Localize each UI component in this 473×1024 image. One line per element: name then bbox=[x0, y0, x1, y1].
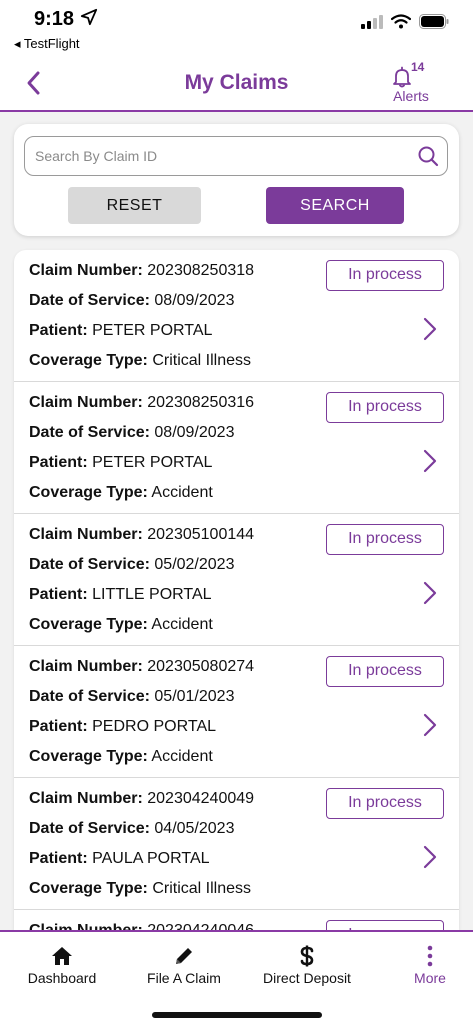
chevron-right-icon[interactable] bbox=[422, 448, 438, 474]
date-of-service-row: Date of Service: 08/09/2023 bbox=[29, 292, 235, 309]
claim-card[interactable]: Claim Number: 202308250316 Date of Servi… bbox=[14, 382, 459, 514]
alerts-count-badge: 14 bbox=[411, 60, 425, 74]
claim-card[interactable]: Claim Number: 202305080274 Date of Servi… bbox=[14, 646, 459, 778]
claims-list: Claim Number: 202308250318 Date of Servi… bbox=[14, 250, 459, 930]
patient-value: PETER PORTAL bbox=[92, 322, 213, 339]
battery-icon bbox=[419, 14, 449, 29]
claim-card[interactable]: Claim Number: 202304240049 Date of Servi… bbox=[14, 778, 459, 910]
location-arrow-icon bbox=[80, 8, 98, 26]
home-icon bbox=[52, 947, 72, 965]
date-of-service-value: 05/02/2023 bbox=[154, 556, 235, 573]
status-badge: In process bbox=[326, 656, 444, 687]
patient-row: Patient: PETER PORTAL bbox=[29, 454, 213, 471]
app-header: My Claims 14 Alerts bbox=[0, 58, 473, 112]
home-indicator[interactable] bbox=[152, 1012, 322, 1018]
status-badge: In process bbox=[326, 920, 444, 930]
date-of-service-row: Date of Service: 04/05/2023 bbox=[29, 820, 235, 837]
reset-button[interactable]: RESET bbox=[68, 187, 201, 224]
cellular-signal-icon bbox=[361, 14, 383, 29]
coverage-type-row: Coverage Type: Critical Illness bbox=[29, 352, 251, 369]
status-badge: In process bbox=[326, 788, 444, 819]
claim-number-value: 202305080274 bbox=[147, 658, 255, 675]
claim-number-row: Claim Number: 202304240046 bbox=[29, 922, 254, 930]
search-box bbox=[24, 136, 448, 176]
coverage-type-value: Critical Illness bbox=[152, 880, 251, 897]
chevron-right-icon[interactable] bbox=[422, 712, 438, 738]
nav-label: More bbox=[414, 970, 446, 986]
nav-label: Dashboard bbox=[27, 970, 97, 986]
date-of-service-value: 05/01/2023 bbox=[154, 688, 235, 705]
search-button[interactable]: SEARCH bbox=[266, 187, 404, 224]
claim-id-search-input[interactable] bbox=[35, 137, 405, 175]
pencil-icon bbox=[176, 948, 192, 964]
patient-row: Patient: LITTLE PORTAL bbox=[29, 586, 212, 603]
nav-label: Direct Deposit bbox=[263, 970, 351, 986]
claim-card[interactable]: Claim Number: 202305100144 Date of Servi… bbox=[14, 514, 459, 646]
status-badge: In process bbox=[326, 260, 444, 291]
chevron-right-icon[interactable] bbox=[422, 316, 438, 342]
date-of-service-value: 08/09/2023 bbox=[154, 424, 235, 441]
status-badge: In process bbox=[326, 524, 444, 555]
nav-file-a-claim[interactable]: File A Claim bbox=[134, 932, 234, 992]
patient-row: Patient: PAULA PORTAL bbox=[29, 850, 210, 867]
claim-card[interactable]: Claim Number: 202308250318 Date of Servi… bbox=[14, 250, 459, 382]
claim-number-row: Claim Number: 202305100144 bbox=[29, 526, 255, 543]
patient-row: Patient: PETER PORTAL bbox=[29, 322, 213, 339]
date-of-service-value: 08/09/2023 bbox=[154, 292, 235, 309]
coverage-type-row: Coverage Type: Accident bbox=[29, 616, 213, 633]
nav-label: File A Claim bbox=[147, 970, 221, 986]
patient-value: PEDRO PORTAL bbox=[92, 718, 217, 735]
nav-direct-deposit[interactable]: Direct Deposit bbox=[250, 932, 364, 992]
chevron-right-icon[interactable] bbox=[422, 844, 438, 870]
bottom-nav: Dashboard File A Claim Direct Deposit Mo… bbox=[0, 930, 473, 1024]
patient-value: PAULA PORTAL bbox=[92, 850, 210, 867]
alerts-label: Alerts bbox=[393, 88, 429, 104]
coverage-type-value: Accident bbox=[151, 748, 213, 765]
search-card: RESET SEARCH bbox=[14, 124, 459, 236]
claim-number-value: 202305100144 bbox=[147, 526, 255, 543]
chevron-right-icon[interactable] bbox=[422, 580, 438, 606]
coverage-type-value: Critical Illness bbox=[152, 352, 251, 369]
claim-number-value: 202304240049 bbox=[147, 790, 255, 807]
coverage-type-row: Coverage Type: Accident bbox=[29, 748, 213, 765]
claim-number-value: 202308250316 bbox=[147, 394, 255, 411]
claim-number-row: Claim Number: 202305080274 bbox=[29, 658, 255, 675]
back-to-testflight-link[interactable]: ◂ TestFlight bbox=[14, 36, 80, 52]
alerts-button[interactable]: 14 Alerts bbox=[381, 60, 441, 108]
nav-dashboard[interactable]: Dashboard bbox=[14, 932, 110, 992]
date-of-service-row: Date of Service: 05/01/2023 bbox=[29, 688, 235, 705]
status-indicators bbox=[361, 14, 449, 29]
date-of-service-row: Date of Service: 05/02/2023 bbox=[29, 556, 235, 573]
patient-row: Patient: PEDRO PORTAL bbox=[29, 718, 217, 735]
claim-number-row: Claim Number: 202308250316 bbox=[29, 394, 255, 411]
patient-value: PETER PORTAL bbox=[92, 454, 213, 471]
nav-more[interactable]: More bbox=[396, 932, 464, 992]
dollar-icon bbox=[300, 945, 314, 967]
claim-card[interactable]: Claim Number: 202304240046 In process bbox=[14, 910, 459, 930]
bell-icon bbox=[393, 66, 411, 88]
status-bar: 9:18 ◂ TestFlight bbox=[0, 0, 473, 58]
status-time: 9:18 bbox=[34, 8, 75, 30]
more-vertical-icon bbox=[427, 945, 433, 967]
date-of-service-row: Date of Service: 08/09/2023 bbox=[29, 424, 235, 441]
coverage-type-row: Coverage Type: Accident bbox=[29, 484, 213, 501]
coverage-type-value: Accident bbox=[151, 616, 213, 633]
wifi-icon bbox=[391, 14, 411, 29]
claim-number-value: 202304240046 bbox=[147, 922, 254, 930]
patient-value: LITTLE PORTAL bbox=[92, 586, 212, 603]
date-of-service-value: 04/05/2023 bbox=[154, 820, 235, 837]
status-badge: In process bbox=[326, 392, 444, 423]
claim-number-row: Claim Number: 202304240049 bbox=[29, 790, 255, 807]
claim-number-value: 202308250318 bbox=[147, 262, 255, 279]
search-icon[interactable] bbox=[417, 145, 439, 167]
coverage-type-value: Accident bbox=[151, 484, 213, 501]
claim-number-row: Claim Number: 202308250318 bbox=[29, 262, 255, 279]
coverage-type-row: Coverage Type: Critical Illness bbox=[29, 880, 251, 897]
